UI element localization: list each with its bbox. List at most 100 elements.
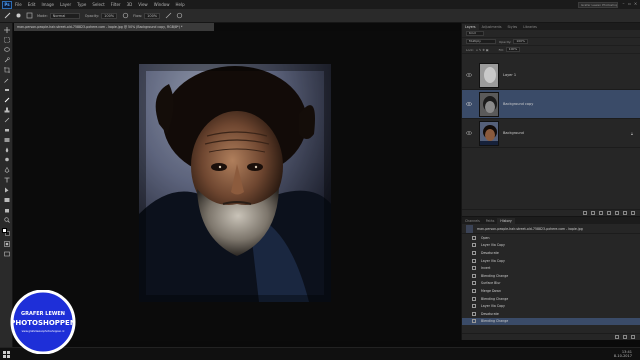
visibility-eye-icon[interactable] [466, 101, 472, 107]
history-step-icon [472, 250, 476, 255]
menu-window[interactable]: Window [154, 2, 170, 7]
new-group-icon[interactable] [615, 211, 619, 215]
visibility-eye-icon[interactable] [466, 130, 472, 136]
zoom-tool-icon[interactable] [3, 217, 10, 223]
quick-mask-icon[interactable] [3, 241, 10, 247]
fill-field[interactable]: 100% [505, 47, 521, 52]
history-item[interactable]: Layer Via Copy [462, 242, 640, 250]
layer-opacity-field[interactable]: 100% [513, 39, 528, 44]
eraser-tool-icon[interactable] [3, 127, 10, 133]
adjustment-layer-icon[interactable] [607, 211, 611, 215]
history-item[interactable]: Desaturate [462, 249, 640, 257]
brush-tool-icon[interactable] [3, 97, 10, 103]
menu-image[interactable]: Image [41, 2, 54, 7]
tab-history[interactable]: History [497, 218, 515, 224]
link-layers-icon[interactable] [583, 211, 587, 215]
history-brush-tool-icon[interactable] [3, 117, 10, 123]
history-item[interactable]: Invert [462, 264, 640, 272]
brush-size-icon[interactable] [15, 12, 22, 19]
delete-layer-icon[interactable] [631, 211, 635, 215]
history-item[interactable]: Blending Change [462, 272, 640, 280]
clone-stamp-tool-icon[interactable] [3, 107, 10, 113]
history-item[interactable]: Layer Via Copy [462, 302, 640, 310]
menu-help[interactable]: Help [175, 2, 184, 7]
brush-panel-icon[interactable] [26, 12, 33, 19]
opacity-field[interactable]: 100% [101, 12, 118, 19]
minimize-icon[interactable]: – [621, 1, 626, 7]
tab-styles[interactable]: Styles [505, 24, 521, 30]
tab-libraries[interactable]: Libraries [520, 24, 540, 30]
new-layer-icon[interactable] [623, 211, 627, 215]
layer-row-layer-1[interactable]: Layer 1 [462, 61, 640, 90]
menu-view[interactable]: View [138, 2, 148, 7]
marquee-tool-icon[interactable] [3, 37, 10, 43]
mode-select[interactable]: Normal [49, 12, 80, 19]
layer-name[interactable]: Background [503, 131, 524, 135]
menu-type[interactable]: Type [77, 2, 86, 7]
lasso-tool-icon[interactable] [3, 47, 10, 53]
document-photo-old-man[interactable] [139, 64, 331, 302]
delete-state-icon[interactable] [631, 335, 635, 339]
workspace-select[interactable]: Grafer Lewen Photoshopper [578, 2, 618, 8]
quick-select-tool-icon[interactable] [3, 57, 10, 63]
maximize-icon[interactable]: ▫ [627, 1, 632, 7]
layer-row-background[interactable]: Background 🔒︎ [462, 119, 640, 148]
history-item[interactable]: Desaturate [462, 310, 640, 318]
gradient-tool-icon[interactable] [3, 137, 10, 143]
airbrush-icon[interactable] [165, 12, 172, 19]
blur-tool-icon[interactable] [3, 147, 10, 153]
brush-tool-icon[interactable] [4, 12, 11, 19]
document-tab[interactable]: man-person-people-hair-street-old-758823… [14, 23, 214, 31]
crop-tool-icon[interactable] [3, 67, 10, 73]
blend-mode-select[interactable]: Multiply [466, 39, 496, 44]
menu-3d[interactable]: 3D [127, 2, 133, 7]
menu-file[interactable]: File [15, 2, 22, 7]
new-document-from-state-icon[interactable] [615, 335, 619, 339]
close-icon[interactable]: × [633, 1, 638, 7]
system-tray-clock[interactable]: 13:41 8-10-2017 [614, 350, 632, 358]
dodge-tool-icon[interactable] [3, 157, 10, 163]
flow-field[interactable]: 100% [144, 12, 161, 19]
pressure-size-icon[interactable] [176, 12, 183, 19]
visibility-eye-icon[interactable] [466, 72, 472, 78]
healing-brush-tool-icon[interactable] [3, 87, 10, 93]
tab-channels[interactable]: Channels [462, 218, 483, 224]
tab-layers[interactable]: Layers [462, 24, 479, 30]
layer-thumbnail [479, 120, 499, 146]
history-item[interactable]: Layer Via Copy [462, 257, 640, 265]
hand-tool-icon[interactable] [3, 207, 10, 213]
layer-name[interactable]: Background copy [503, 102, 533, 106]
menu-filter[interactable]: Filter [111, 2, 121, 7]
history-item-selected[interactable]: Blending Change [462, 317, 640, 326]
history-snapshot[interactable]: man-person-people-hair-street-old-758823… [462, 224, 640, 234]
windows-taskbar: 13:41 8-10-2017 [0, 347, 640, 360]
type-tool-icon[interactable] [3, 177, 10, 183]
tab-adjustments[interactable]: Adjustments [479, 24, 505, 30]
shape-tool-icon[interactable] [3, 197, 10, 203]
foreground-color-swatch[interactable] [2, 228, 7, 233]
menu-edit[interactable]: Edit [28, 2, 36, 7]
history-step-icon [472, 281, 476, 286]
menu-select[interactable]: Select [92, 2, 104, 7]
eyedropper-tool-icon[interactable] [3, 77, 10, 83]
path-selection-tool-icon[interactable] [3, 187, 10, 193]
layer-name[interactable]: Layer 1 [503, 73, 516, 77]
layer-row-background-copy[interactable]: Background copy [462, 90, 640, 119]
pressure-opacity-icon[interactable] [122, 12, 129, 19]
history-step-icon [472, 311, 476, 316]
add-mask-icon[interactable] [599, 211, 603, 215]
layer-style-icon[interactable] [591, 211, 595, 215]
snapshot-camera-icon[interactable] [623, 335, 627, 339]
history-item[interactable]: Merge Down [462, 287, 640, 295]
menu-layer[interactable]: Layer [60, 2, 71, 7]
history-item[interactable]: Open [462, 234, 640, 242]
move-tool-icon[interactable] [3, 27, 10, 33]
pen-tool-icon[interactable] [3, 167, 10, 173]
tab-paths[interactable]: Paths [483, 218, 498, 224]
lock-icons[interactable]: ▫ ✎ ✥ ▣ [476, 48, 489, 52]
history-item[interactable]: Surface Blur [462, 280, 640, 288]
history-item[interactable]: Blending Change [462, 295, 640, 303]
kind-filter-select[interactable]: Kind [466, 31, 484, 36]
snapshot-label: man-person-people-hair-street-old-758823… [477, 226, 583, 231]
screen-mode-icon[interactable] [3, 251, 10, 257]
